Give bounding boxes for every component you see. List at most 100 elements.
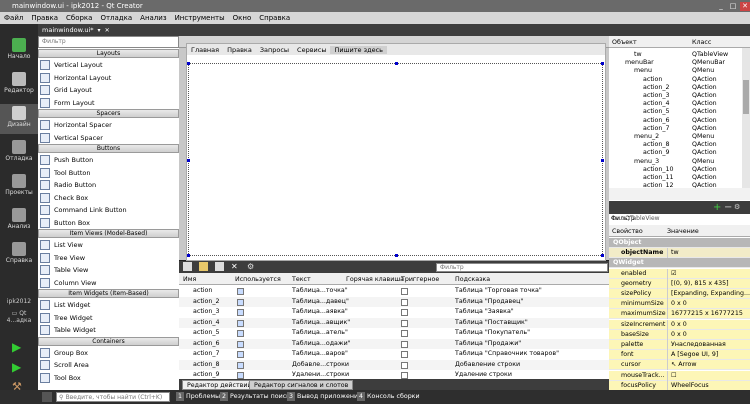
open-document-combo[interactable]: mainwindow.ui* xyxy=(42,26,94,34)
checkable-checkbox[interactable] xyxy=(401,351,408,358)
form-menu-services[interactable]: Сервисы xyxy=(293,46,330,54)
property-value[interactable]: ☐ xyxy=(671,372,677,379)
mode-edit[interactable]: Редактор xyxy=(0,70,38,100)
widget-tool-button[interactable]: Tool Button xyxy=(40,167,177,179)
used-checkbox[interactable] xyxy=(237,298,244,306)
used-checkbox[interactable] xyxy=(237,309,244,316)
menu-build[interactable]: Сборка xyxy=(62,14,96,22)
object-name[interactable]: menu_3 xyxy=(634,158,659,165)
menu-edit[interactable]: Правка xyxy=(27,14,62,22)
col-shortcut[interactable]: Горячая клавиша xyxy=(346,276,404,283)
resize-handle[interactable] xyxy=(187,254,190,257)
col-checkable[interactable]: Триггерное xyxy=(401,276,439,283)
paste-action-icon[interactable] xyxy=(215,262,224,271)
property-value[interactable]: WheelFocus xyxy=(671,382,709,389)
object-name[interactable]: action_4 xyxy=(643,100,670,107)
checkable-checkbox[interactable] xyxy=(401,298,408,306)
configure-icon[interactable]: ⚙ xyxy=(247,262,256,271)
object-name[interactable]: action xyxy=(643,76,662,83)
object-name[interactable]: menuBar xyxy=(625,59,654,66)
copy-action-icon[interactable] xyxy=(199,262,208,271)
property-value[interactable]: ↖ Arrow xyxy=(671,361,697,368)
widget-category-containers[interactable]: Containers xyxy=(38,336,179,346)
menu-window[interactable]: Окно xyxy=(229,14,256,22)
widget-scroll-area[interactable]: Scroll Area xyxy=(40,359,177,371)
widget-category-buttons[interactable]: Buttons xyxy=(38,144,179,153)
target-kit[interactable]: ▭ Qt 4...адка xyxy=(0,310,38,324)
property-row[interactable]: minimumSize 0 x 0 xyxy=(609,299,750,310)
table-view-widget[interactable] xyxy=(187,62,604,257)
used-checkbox[interactable] xyxy=(237,372,244,379)
property-row[interactable]: QWidget xyxy=(609,258,750,269)
col-text[interactable]: Текст xyxy=(292,276,311,283)
widget-radio-button[interactable]: Radio Button xyxy=(40,179,177,191)
widget-category-spacers[interactable]: Spacers xyxy=(38,109,179,118)
object-name[interactable]: menu xyxy=(634,67,652,74)
property-row[interactable]: QObject xyxy=(609,238,750,248)
property-row[interactable]: font A [Segoe UI, 9] xyxy=(609,350,750,361)
widget-column-view[interactable]: Column View xyxy=(40,277,177,289)
widget-push-button[interactable]: Push Button xyxy=(40,154,177,166)
used-checkbox[interactable] xyxy=(237,319,244,327)
checkable-checkbox[interactable] xyxy=(401,340,408,348)
locator-input[interactable]: ⚲ Введите, чтобы найти (Ctrl+K) xyxy=(56,392,170,402)
widget-horizontal-spacer[interactable]: Horizontal Spacer xyxy=(40,119,177,131)
property-value[interactable]: 0 x 0 xyxy=(671,331,687,338)
form-menu-edit[interactable]: Правка xyxy=(223,46,256,54)
remove-property-icon[interactable]: − xyxy=(724,202,732,213)
widget-command-link-button[interactable]: Command Link Button xyxy=(40,204,177,216)
checkable-checkbox[interactable] xyxy=(401,361,408,369)
close-button[interactable]: ✕ xyxy=(740,1,750,11)
property-row[interactable]: palette Унаследованная xyxy=(609,340,750,350)
checkable-checkbox[interactable] xyxy=(401,288,408,295)
target-project[interactable]: ipk2012 xyxy=(0,298,38,305)
property-row[interactable]: mouseTrack... ☐ xyxy=(609,370,750,381)
object-name[interactable]: action_3 xyxy=(643,92,670,99)
col-object[interactable]: Объект xyxy=(612,39,637,46)
property-value[interactable]: A [Segoe UI, 9] xyxy=(671,351,718,358)
property-value[interactable]: Унаследованная xyxy=(671,341,726,348)
widget-vertical-spacer[interactable]: Vertical Spacer xyxy=(40,132,177,144)
widget-check-box[interactable]: Check Box xyxy=(40,192,177,204)
menu-tools[interactable]: Инструменты xyxy=(171,14,229,22)
col-class[interactable]: Класс xyxy=(692,39,711,46)
chevron-down-icon[interactable]: ▾ xyxy=(98,27,101,34)
widget-tree-view[interactable]: Tree View xyxy=(40,252,177,264)
object-name[interactable]: action_10 xyxy=(643,166,674,173)
property-row[interactable]: baseSize 0 x 0 xyxy=(609,329,750,340)
menu-analyze[interactable]: Анализ xyxy=(136,14,170,22)
object-name[interactable]: menu_2 xyxy=(634,133,659,140)
object-tree-hscroll[interactable] xyxy=(609,188,750,200)
property-row[interactable]: sizeIncrement 0 x 0 xyxy=(609,319,750,330)
used-checkbox[interactable] xyxy=(237,330,244,337)
menu-file[interactable]: Файл xyxy=(0,14,27,22)
used-checkbox[interactable] xyxy=(237,361,244,369)
delete-action-icon[interactable]: ✕ xyxy=(231,262,240,271)
mode-welcome[interactable]: Начало xyxy=(0,36,38,66)
mode-help[interactable]: Справка xyxy=(0,240,38,270)
pane-search-results[interactable]: 2 Результаты поиска xyxy=(220,392,294,402)
checkable-checkbox[interactable] xyxy=(401,372,408,379)
widget-filter-input[interactable]: Фильтр xyxy=(38,36,179,48)
object-name[interactable]: action_7 xyxy=(643,125,670,132)
scrollbar-thumb[interactable] xyxy=(743,80,749,114)
widget-table-view[interactable]: Table View xyxy=(40,264,177,276)
resize-handle[interactable] xyxy=(187,62,190,65)
widget-table-widget[interactable]: Table Widget xyxy=(40,324,177,336)
property-row[interactable]: maximumSize 16777215 x 16777215 xyxy=(609,309,750,320)
menu-debug[interactable]: Отладка xyxy=(96,14,136,22)
used-checkbox[interactable] xyxy=(237,288,244,295)
widget-category-item-widgets-item-based[interactable]: Item Widgets (Item-Based) xyxy=(38,289,179,298)
form-menu-main[interactable]: Главная xyxy=(187,46,223,54)
property-row[interactable]: sizePolicy [Expanding, Expanding... xyxy=(609,289,750,299)
property-row[interactable]: geometry [(0, 9), 815 x 435] xyxy=(609,278,750,289)
resize-handle[interactable] xyxy=(187,159,190,162)
col-value[interactable]: Значение xyxy=(667,228,699,235)
pane-issues[interactable]: 1 Проблемы xyxy=(176,392,220,402)
object-tree-scrollbar[interactable] xyxy=(742,48,750,188)
property-value[interactable]: tw xyxy=(671,249,679,256)
debug-run-icon[interactable]: ▶ xyxy=(12,360,21,374)
widget-tool-box[interactable]: Tool Box xyxy=(40,372,177,384)
configure-icon[interactable]: ⚙ xyxy=(734,203,740,211)
property-row[interactable]: cursor ↖ Arrow xyxy=(609,360,750,371)
